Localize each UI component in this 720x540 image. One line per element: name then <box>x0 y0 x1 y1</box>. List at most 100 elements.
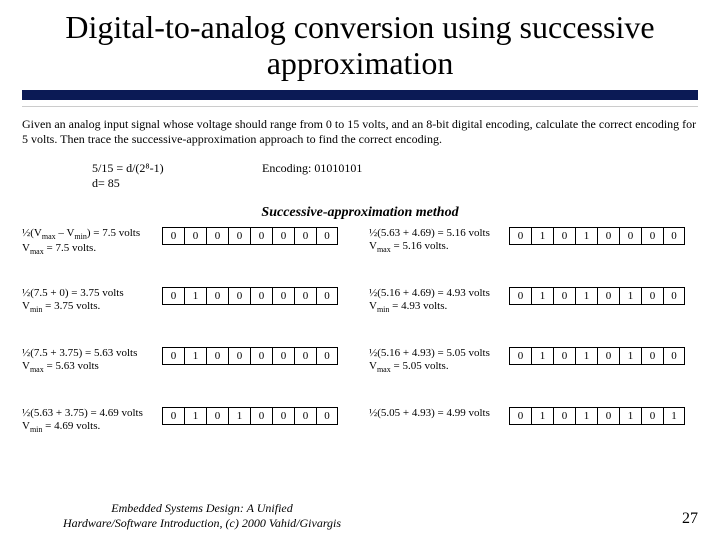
rule-dark <box>22 90 698 100</box>
bit-cell: 0 <box>316 347 338 365</box>
title-rule <box>22 90 698 107</box>
bit-cell: 1 <box>575 347 597 365</box>
right-step-text: ½(5.05 + 4.93) = 4.99 volts <box>369 407 509 421</box>
bit-cell: 0 <box>509 407 531 425</box>
bit-cell: 0 <box>619 227 641 245</box>
bit-cell: 0 <box>663 287 685 305</box>
bit-cell: 0 <box>597 287 619 305</box>
bit-cell: 1 <box>619 287 641 305</box>
bit-cell: 0 <box>509 227 531 245</box>
bit-cell: 0 <box>206 407 228 425</box>
bit-cell: 1 <box>619 347 641 365</box>
bit-cell: 0 <box>509 287 531 305</box>
bit-cell: 1 <box>619 407 641 425</box>
bit-cell: 1 <box>184 347 206 365</box>
bit-cell: 0 <box>663 227 685 245</box>
bit-cell: 0 <box>272 407 294 425</box>
bit-cell: 0 <box>641 287 663 305</box>
right-step-row: ½(5.05 + 4.93) = 4.99 volts01010101 <box>369 407 698 467</box>
bit-cell: 0 <box>162 227 184 245</box>
bit-cell: 0 <box>597 407 619 425</box>
steps-container: ½(Vmax – Vmin) = 7.5 voltsVmax = 7.5 vol… <box>22 227 698 467</box>
problem-statement: Given an analog input signal whose volta… <box>22 117 698 147</box>
setup-line2: d= 85 <box>92 176 262 191</box>
right-step-text: ½(5.16 + 4.69) = 4.93 voltsVmin = 4.93 v… <box>369 287 509 316</box>
setup-row: 5/15 = d/(2⁸-1) d= 85 Encoding: 01010101 <box>22 161 698 191</box>
left-step-row: ½(Vmax – Vmin) = 7.5 voltsVmax = 7.5 vol… <box>22 227 351 287</box>
left-bit-array: 01000000 <box>162 287 338 305</box>
bit-cell: 1 <box>575 407 597 425</box>
bit-cell: 0 <box>641 227 663 245</box>
right-step-text: ½(5.63 + 4.69) = 5.16 voltsVmax = 5.16 v… <box>369 227 509 256</box>
setup-line1: 5/15 = d/(2⁸-1) <box>92 161 262 176</box>
bit-cell: 0 <box>250 407 272 425</box>
bit-cell: 0 <box>206 287 228 305</box>
slide-title: Digital-to-analog conversion using succe… <box>22 10 698 88</box>
right-step-text: ½(5.16 + 4.93) = 5.05 voltsVmax = 5.05 v… <box>369 347 509 376</box>
bit-cell: 0 <box>316 227 338 245</box>
left-step-text: ½(5.63 + 3.75) = 4.69 voltsVmin = 4.69 v… <box>22 407 162 436</box>
bit-cell: 0 <box>597 347 619 365</box>
bit-cell: 0 <box>162 347 184 365</box>
bit-cell: 0 <box>663 347 685 365</box>
bit-cell: 0 <box>250 347 272 365</box>
right-bit-array: 01010101 <box>509 407 685 425</box>
left-step-row: ½(7.5 + 3.75) = 5.63 voltsVmax = 5.63 vo… <box>22 347 351 407</box>
rule-light <box>22 106 698 107</box>
bit-cell: 1 <box>184 407 206 425</box>
bit-cell: 0 <box>272 347 294 365</box>
setup-equation: 5/15 = d/(2⁸-1) d= 85 <box>92 161 262 191</box>
method-heading: Successive-approximation method <box>22 205 698 221</box>
bit-cell: 1 <box>531 407 553 425</box>
bit-cell: 0 <box>294 287 316 305</box>
right-step-row: ½(5.63 + 4.69) = 5.16 voltsVmax = 5.16 v… <box>369 227 698 287</box>
bit-cell: 0 <box>228 227 250 245</box>
left-step-row: ½(5.63 + 3.75) = 4.69 voltsVmin = 4.69 v… <box>22 407 351 467</box>
bit-cell: 0 <box>250 287 272 305</box>
bit-cell: 0 <box>553 227 575 245</box>
left-step-text: ½(7.5 + 0) = 3.75 voltsVmin = 3.75 volts… <box>22 287 162 316</box>
bit-cell: 0 <box>294 347 316 365</box>
bit-cell: 0 <box>509 347 531 365</box>
right-bit-array: 01010000 <box>509 227 685 245</box>
right-bit-array: 01010100 <box>509 287 685 305</box>
left-bit-array: 01010000 <box>162 407 338 425</box>
bit-cell: 0 <box>206 227 228 245</box>
bit-cell: 1 <box>531 347 553 365</box>
bit-cell: 1 <box>663 407 685 425</box>
bit-cell: 0 <box>641 347 663 365</box>
footer-line2: Hardware/Software Introduction, (c) 2000… <box>63 516 341 530</box>
bit-cell: 0 <box>294 227 316 245</box>
page-number: 27 <box>682 510 698 528</box>
bit-cell: 0 <box>597 227 619 245</box>
right-bit-array: 01010100 <box>509 347 685 365</box>
footer-line1: Embedded Systems Design: A Unified <box>111 501 293 515</box>
bit-cell: 0 <box>316 407 338 425</box>
left-bit-array: 01000000 <box>162 347 338 365</box>
right-step-row: ½(5.16 + 4.69) = 4.93 voltsVmin = 4.93 v… <box>369 287 698 347</box>
bit-cell: 0 <box>641 407 663 425</box>
left-step-row: ½(7.5 + 0) = 3.75 voltsVmin = 3.75 volts… <box>22 287 351 347</box>
encoding-result: Encoding: 01010101 <box>262 161 698 191</box>
left-step-text: ½(Vmax – Vmin) = 7.5 voltsVmax = 7.5 vol… <box>22 227 162 257</box>
left-column: ½(Vmax – Vmin) = 7.5 voltsVmax = 7.5 vol… <box>22 227 351 467</box>
bit-cell: 0 <box>294 407 316 425</box>
bit-cell: 0 <box>553 407 575 425</box>
right-step-row: ½(5.16 + 4.93) = 5.05 voltsVmax = 5.05 v… <box>369 347 698 407</box>
bit-cell: 1 <box>184 287 206 305</box>
bit-cell: 0 <box>553 287 575 305</box>
bit-cell: 0 <box>272 227 294 245</box>
bit-cell: 0 <box>228 347 250 365</box>
footer-citation: Embedded Systems Design: A Unified Hardw… <box>22 501 382 530</box>
bit-cell: 0 <box>316 287 338 305</box>
right-column: ½(5.63 + 4.69) = 5.16 voltsVmax = 5.16 v… <box>369 227 698 467</box>
bit-cell: 0 <box>184 227 206 245</box>
bit-cell: 0 <box>250 227 272 245</box>
bit-cell: 0 <box>206 347 228 365</box>
bit-cell: 0 <box>162 407 184 425</box>
bit-cell: 1 <box>575 287 597 305</box>
bit-cell: 1 <box>531 287 553 305</box>
bit-cell: 0 <box>162 287 184 305</box>
left-bit-array: 00000000 <box>162 227 338 245</box>
bit-cell: 1 <box>531 227 553 245</box>
